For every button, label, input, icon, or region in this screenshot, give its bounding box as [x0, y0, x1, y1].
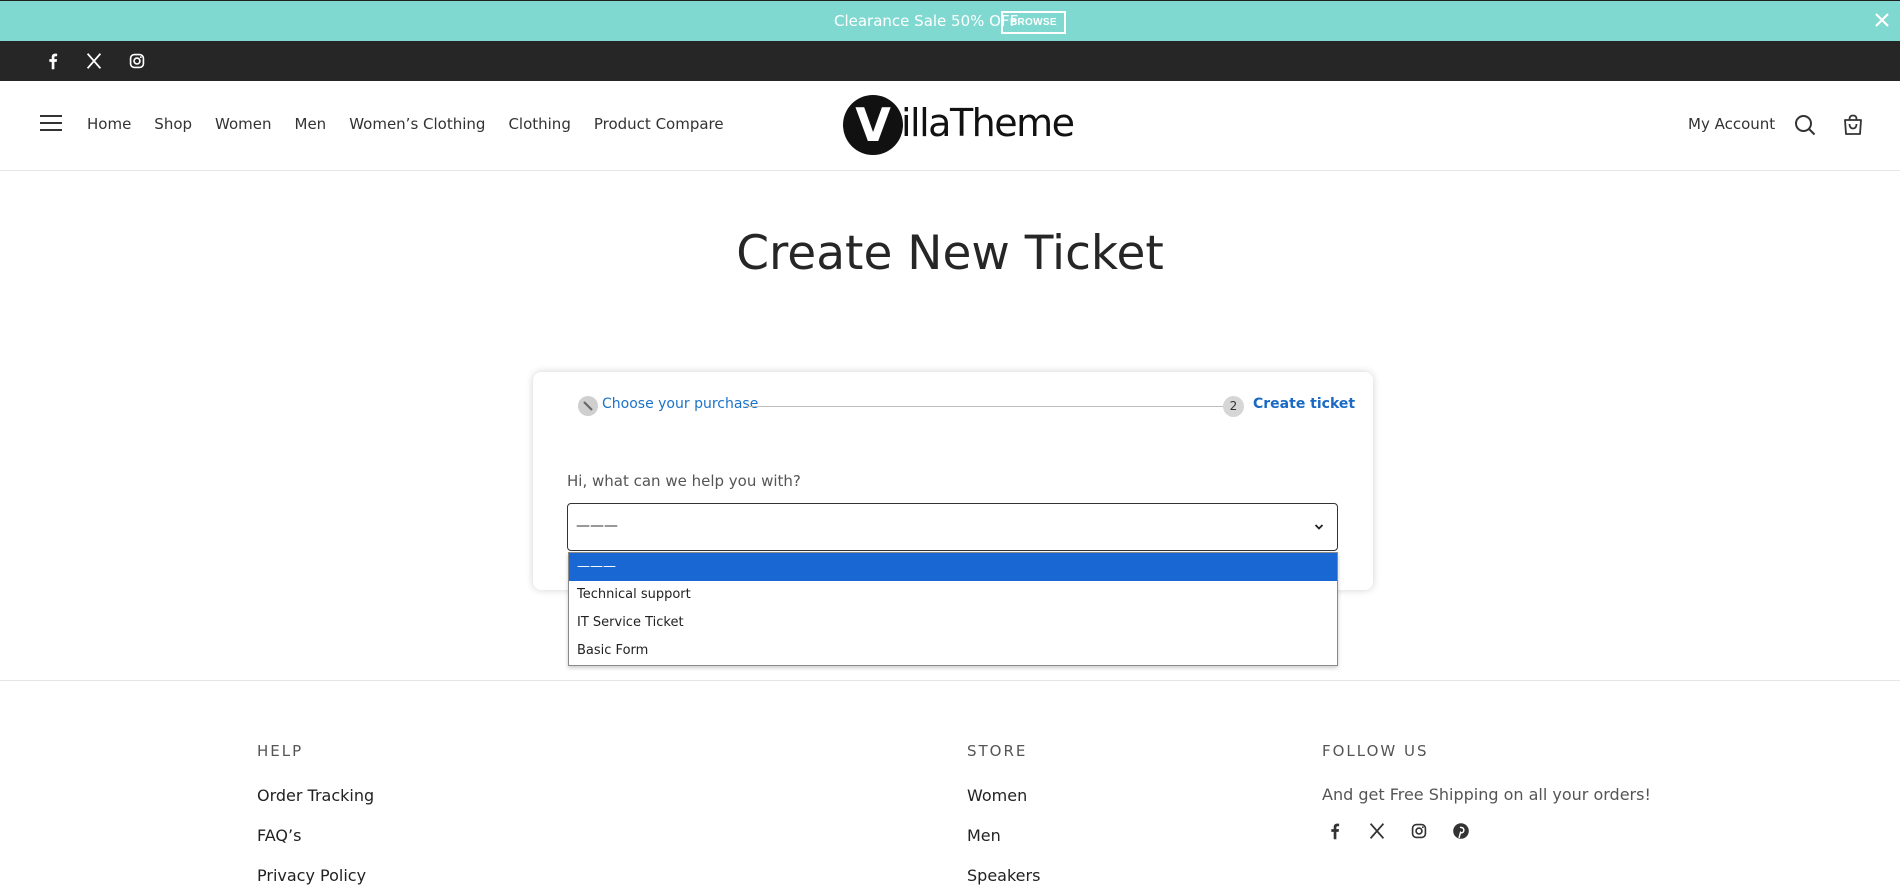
facebook-icon[interactable]: [42, 50, 64, 72]
facebook-icon[interactable]: [1324, 820, 1346, 842]
search-icon[interactable]: [1793, 113, 1817, 137]
x-twitter-icon[interactable]: [83, 50, 105, 72]
main-nav: Home Shop Women Men Women’s Clothing Clo…: [87, 115, 747, 133]
announcement-bar: Clearance Sale 50% OFF BROWSE: [0, 0, 1900, 41]
my-account-link[interactable]: My Account: [1688, 115, 1775, 133]
site-header: Home Shop Women Men Women’s Clothing Clo…: [0, 81, 1900, 171]
dropdown-option-empty[interactable]: ———: [569, 553, 1337, 581]
close-icon[interactable]: [1872, 10, 1892, 30]
nav-item-men[interactable]: Men: [295, 115, 327, 133]
ticket-type-select[interactable]: ———: [567, 503, 1338, 551]
nav-item-women[interactable]: Women: [215, 115, 271, 133]
step-connector: [746, 406, 1226, 407]
site-logo[interactable]: V illaTheme: [843, 95, 1075, 157]
dropdown-option-technical-support[interactable]: Technical support: [569, 581, 1337, 609]
footer-link-speakers[interactable]: Speakers: [967, 866, 1040, 885]
nav-item-womens-clothing[interactable]: Women’s Clothing: [349, 115, 485, 133]
footer-link-privacy-policy[interactable]: Privacy Policy: [257, 866, 366, 885]
step-2-badge: 2: [1223, 396, 1244, 417]
footer-heading-help: HELP: [257, 742, 304, 760]
dropdown-option-it-service-ticket[interactable]: IT Service Ticket: [569, 609, 1337, 637]
cart-icon[interactable]: [1841, 113, 1865, 137]
instagram-icon[interactable]: [126, 50, 148, 72]
chevron-down-icon: [1314, 524, 1324, 530]
footer-link-faqs[interactable]: FAQ’s: [257, 826, 301, 845]
pencil-icon: [578, 396, 598, 416]
logo-text: illaTheme: [901, 101, 1075, 145]
step-choose-purchase[interactable]: Choose your purchase: [602, 396, 758, 412]
instagram-icon[interactable]: [1408, 820, 1430, 842]
step-create-ticket: Create ticket: [1253, 396, 1356, 412]
hamburger-menu-icon[interactable]: [40, 115, 62, 133]
logo-mark: V: [843, 95, 903, 155]
select-current-value: ———: [576, 518, 618, 534]
footer-heading-follow: FOLLOW US: [1322, 742, 1429, 760]
social-bar: [0, 41, 1900, 81]
nav-item-shop[interactable]: Shop: [154, 115, 192, 133]
pinterest-icon[interactable]: [1450, 820, 1472, 842]
ticket-type-dropdown: ——— Technical support IT Service Ticket …: [568, 552, 1338, 666]
help-question-label: Hi, what can we help you with?: [567, 472, 801, 490]
nav-item-clothing[interactable]: Clothing: [508, 115, 570, 133]
footer-link-men[interactable]: Men: [967, 826, 1001, 845]
footer-follow-text: And get Free Shipping on all your orders…: [1322, 785, 1651, 804]
announcement-text: Clearance Sale 50% OFF: [834, 12, 1019, 30]
nav-item-home[interactable]: Home: [87, 115, 131, 133]
x-twitter-icon[interactable]: [1366, 820, 1388, 842]
nav-item-product-compare[interactable]: Product Compare: [594, 115, 724, 133]
browse-button[interactable]: BROWSE: [1001, 11, 1066, 34]
footer-link-women[interactable]: Women: [967, 786, 1027, 805]
footer-heading-store: STORE: [967, 742, 1028, 760]
footer-divider: [0, 680, 1900, 681]
page-title: Create New Ticket: [736, 226, 1164, 281]
footer-link-order-tracking[interactable]: Order Tracking: [257, 786, 374, 805]
dropdown-option-basic-form[interactable]: Basic Form: [569, 637, 1337, 665]
